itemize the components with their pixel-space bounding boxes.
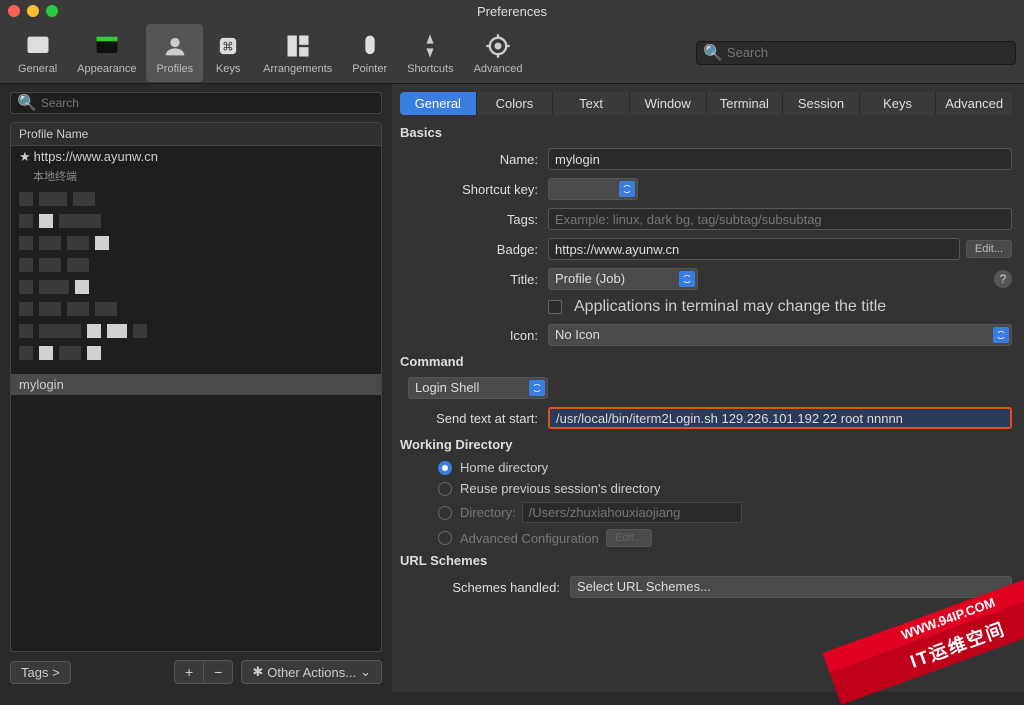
tab-general[interactable]: General	[400, 92, 477, 115]
gear-icon: ✱	[252, 664, 263, 680]
radio-directory[interactable]: Directory:	[438, 502, 1012, 523]
svg-text:⌘: ⌘	[222, 40, 234, 53]
radio-icon	[438, 461, 452, 475]
profiles-icon	[160, 31, 190, 61]
keys-icon: ⌘	[213, 31, 243, 61]
name-label: Name:	[400, 152, 548, 167]
radio-icon	[438, 506, 452, 520]
profile-list-header: Profile Name	[11, 123, 381, 146]
toolbar-keys[interactable]: ⌘ Keys	[203, 24, 253, 82]
window-controls	[8, 5, 58, 17]
toolbar-general[interactable]: General	[8, 24, 67, 82]
command-shell-select[interactable]: Login Shell	[408, 377, 548, 399]
tab-advanced[interactable]: Advanced	[936, 92, 1012, 115]
title-label: Title:	[400, 272, 548, 287]
badge-field[interactable]	[548, 238, 960, 260]
toolbar: General Appearance Profiles ⌘ Keys Arran…	[0, 22, 1024, 84]
chevron-down-icon	[993, 327, 1009, 343]
url-heading: URL Schemes	[400, 553, 1012, 568]
chevron-down-icon	[529, 380, 545, 396]
basics-heading: Basics	[400, 125, 1012, 140]
radio-icon	[438, 531, 452, 545]
icon-select[interactable]: No Icon	[548, 324, 1012, 346]
profile-item-mylogin[interactable]: mylogin	[11, 374, 381, 395]
other-actions-button[interactable]: ✱ Other Actions... ⌄	[241, 660, 382, 684]
profile-settings: General Colors Text Window Terminal Sess…	[392, 84, 1024, 692]
tab-colors[interactable]: Colors	[477, 92, 554, 115]
profile-list: Profile Name ★https://www.ayunw.cn 本地终端	[10, 122, 382, 652]
search-icon: 🔍	[17, 93, 37, 113]
profile-subtitle: 本地终端	[11, 168, 381, 186]
profiles-sidebar: 🔍 Profile Name ★https://www.ayunw.cn 本地终…	[0, 84, 392, 692]
toolbar-appearance[interactable]: Appearance	[67, 24, 146, 82]
directory-field	[522, 502, 742, 523]
send-text-field[interactable]	[548, 407, 1012, 429]
minimize-icon[interactable]	[27, 5, 39, 17]
toolbar-pointer[interactable]: Pointer	[342, 24, 397, 82]
tags-label: Tags:	[400, 212, 548, 227]
badge-edit-button[interactable]: Edit...	[966, 240, 1012, 258]
search-icon: 🔍	[703, 43, 723, 63]
toolbar-search[interactable]: 🔍	[696, 41, 1016, 65]
send-text-label: Send text at start:	[400, 411, 548, 426]
workdir-heading: Working Directory	[400, 437, 1012, 452]
badge-label: Badge:	[400, 242, 548, 257]
appearance-icon	[92, 31, 122, 61]
tab-window[interactable]: Window	[630, 92, 707, 115]
name-field[interactable]	[548, 148, 1012, 170]
help-icon[interactable]: ?	[994, 270, 1012, 288]
radio-advanced[interactable]: Advanced Configuration Edit...	[438, 529, 1012, 547]
shortcuts-icon	[415, 31, 445, 61]
star-icon: ★	[19, 149, 31, 164]
toolbar-advanced[interactable]: Advanced	[464, 24, 533, 82]
arrangements-icon	[283, 31, 313, 61]
toolbar-arrangements[interactable]: Arrangements	[253, 24, 342, 82]
chevron-down-icon	[679, 271, 695, 287]
profile-search-input[interactable]	[41, 96, 375, 110]
general-icon	[23, 31, 53, 61]
toolbar-profiles[interactable]: Profiles	[146, 24, 203, 82]
shortcut-label: Shortcut key:	[400, 182, 548, 197]
schemes-label: Schemes handled:	[400, 580, 570, 595]
radio-home[interactable]: Home directory	[438, 460, 1012, 475]
tags-field[interactable]	[548, 208, 1012, 230]
tags-button[interactable]: Tags >	[10, 661, 71, 684]
remove-profile-button[interactable]: −	[204, 661, 232, 683]
icon-label: Icon:	[400, 328, 548, 343]
title-select[interactable]: Profile (Job)	[548, 268, 698, 290]
pointer-icon	[355, 31, 385, 61]
maximize-icon[interactable]	[46, 5, 58, 17]
tab-session[interactable]: Session	[783, 92, 860, 115]
apps-change-label: Applications in terminal may change the …	[574, 298, 886, 316]
chevron-down-icon: ⌄	[360, 664, 371, 680]
workdir-edit-button: Edit...	[606, 529, 652, 547]
tab-keys[interactable]: Keys	[860, 92, 937, 115]
redacted-profiles	[11, 186, 381, 374]
radio-reuse[interactable]: Reuse previous session's directory	[438, 481, 1012, 496]
tab-terminal[interactable]: Terminal	[707, 92, 784, 115]
close-icon[interactable]	[8, 5, 20, 17]
add-profile-button[interactable]: +	[175, 661, 204, 683]
profile-search[interactable]: 🔍	[10, 92, 382, 114]
profile-item-default[interactable]: ★https://www.ayunw.cn	[11, 146, 381, 168]
apps-change-checkbox[interactable]	[548, 300, 562, 314]
command-heading: Command	[400, 354, 1012, 369]
chevron-down-icon	[619, 181, 635, 197]
toolbar-shortcuts[interactable]: Shortcuts	[397, 24, 463, 82]
schemes-select[interactable]: Select URL Schemes...	[570, 576, 1012, 598]
toolbar-search-input[interactable]	[727, 45, 1009, 60]
titlebar: Preferences	[0, 0, 1024, 22]
tab-text[interactable]: Text	[553, 92, 630, 115]
radio-icon	[438, 482, 452, 496]
window-title: Preferences	[477, 4, 547, 19]
profile-tabs: General Colors Text Window Terminal Sess…	[400, 92, 1012, 115]
shortcut-select[interactable]	[548, 178, 638, 200]
gear-icon	[483, 31, 513, 61]
